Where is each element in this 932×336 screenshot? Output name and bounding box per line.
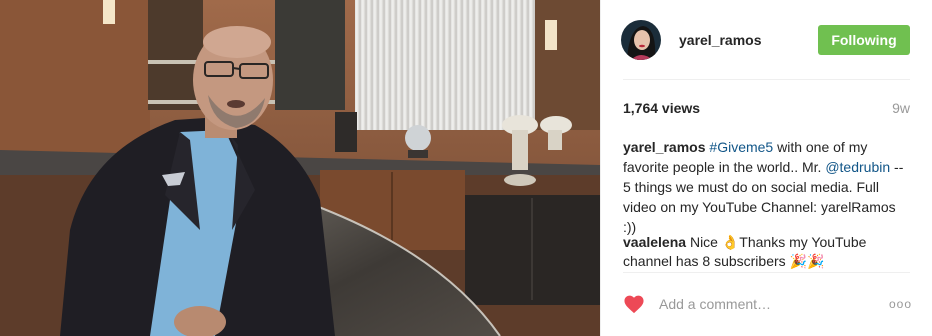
post-author-username[interactable]: yarel_ramos	[679, 32, 818, 48]
avatar-image	[621, 20, 661, 60]
ok-hand-emoji: 👌	[721, 234, 740, 250]
photo-scene	[0, 0, 600, 336]
comment-username[interactable]: vaalelena	[623, 234, 686, 250]
post-stats: 1,764 views 9w	[623, 100, 910, 116]
comment-text: Nice	[686, 234, 722, 250]
add-comment-input[interactable]: Add a comment…	[659, 296, 889, 312]
comment-bar: Add a comment… ooo	[623, 290, 912, 318]
avatar[interactable]	[621, 20, 661, 60]
more-options-icon[interactable]: ooo	[889, 297, 912, 311]
caption-username[interactable]: yarel_ramos	[623, 139, 706, 155]
post-caption: yarel_ramos #Giveme5 with one of my favo…	[623, 137, 912, 237]
view-count[interactable]: 1,764 views	[623, 100, 700, 116]
divider	[623, 79, 910, 80]
mention-link[interactable]: @tedrubin	[825, 159, 890, 175]
post-details-panel: yarel_ramos Following 1,764 views 9w yar…	[600, 0, 932, 336]
hashtag-link[interactable]: #Giveme5	[709, 139, 773, 155]
party-popper-emoji: 🎉🎉	[789, 253, 825, 269]
post-photo[interactable]	[0, 0, 600, 336]
post-header: yarel_ramos Following	[621, 16, 910, 64]
comment: vaalelena Nice 👌Thanks my YouTube channe…	[623, 233, 912, 271]
post-age[interactable]: 9w	[892, 100, 910, 116]
heart-icon[interactable]	[623, 294, 645, 314]
following-button[interactable]: Following	[818, 25, 910, 55]
divider	[623, 272, 910, 273]
